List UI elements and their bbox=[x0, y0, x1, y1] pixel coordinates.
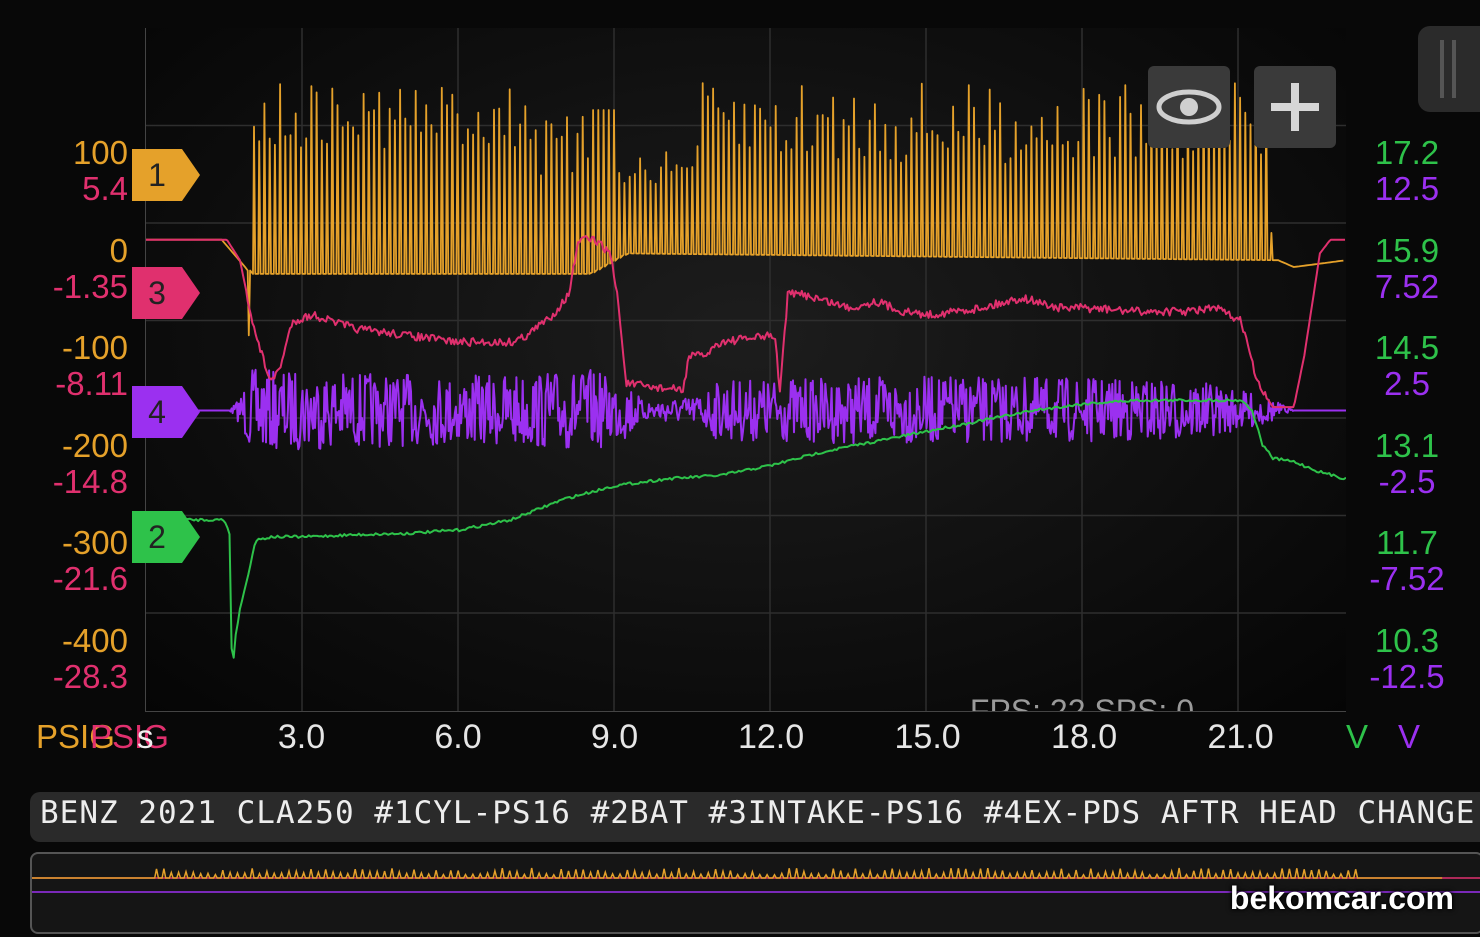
capture-title: BENZ 2021 CLA250 #1CYL-PS16 #2BAT #3INTA… bbox=[40, 795, 1476, 831]
ch4-axis-tick: -7.52 bbox=[1369, 560, 1445, 597]
ch3-axis-tick: -8.11 bbox=[55, 365, 128, 402]
scope-screen: FPS: 22 SPS: 0 100 5.4 0 -1.35 -100 -8.11 -200… bbox=[0, 0, 1480, 937]
ch4-axis-tick: 7.52 bbox=[1374, 268, 1440, 305]
channel-1-marker[interactable]: 1 bbox=[132, 149, 202, 201]
channel-4-trace bbox=[146, 368, 1346, 451]
channel-marker-label: 1 bbox=[148, 157, 166, 193]
ch4-axis-tick: -12.5 bbox=[1369, 658, 1445, 695]
ch1-axis-tick: 100 bbox=[72, 134, 128, 171]
channel-marker-label: 4 bbox=[148, 394, 166, 430]
plot-frame: FPS: 22 SPS: 0 100 5.4 0 -1.35 -100 -8.11 -200… bbox=[0, 0, 1480, 760]
x-axis-tick: 3.0 bbox=[277, 718, 326, 756]
ch3-axis-tick: -14.8 bbox=[52, 463, 128, 500]
ch4-unit-label: V bbox=[1398, 718, 1421, 755]
ch4-axis-tick: 2.5 bbox=[1384, 365, 1430, 402]
ch2-axis-tick: 14.5 bbox=[1374, 329, 1440, 366]
channel-3-marker[interactable]: 3 bbox=[132, 267, 202, 319]
channel-2-marker[interactable]: 2 bbox=[132, 511, 202, 563]
ch1-axis-tick: -400 bbox=[61, 622, 128, 659]
capture-title-bar: BENZ 2021 CLA250 #1CYL-PS16 #2BAT #3INTA… bbox=[30, 792, 1480, 842]
ch2-axis-tick: 15.9 bbox=[1374, 232, 1440, 269]
ch3-axis-tick: -28.3 bbox=[52, 658, 128, 695]
add-channel-button[interactable] bbox=[1254, 66, 1336, 148]
plus-icon bbox=[1271, 83, 1319, 131]
channel-4-marker[interactable]: 4 bbox=[132, 386, 202, 438]
ch4-axis-tick: -2.5 bbox=[1378, 463, 1436, 500]
x-axis-tick: 9.0 bbox=[590, 718, 639, 756]
x-unit-label: s bbox=[137, 718, 154, 755]
x-axis-tick: 15.0 bbox=[894, 718, 961, 756]
ch3-axis-tick: 5.4 bbox=[82, 170, 128, 207]
channel-2-trace bbox=[146, 398, 1346, 659]
watermark: bekomcar.com bbox=[1229, 880, 1454, 916]
x-axis-tick: 6.0 bbox=[434, 718, 482, 756]
ch2-axis-tick: 10.3 bbox=[1374, 622, 1440, 659]
ch1-axis-tick: -100 bbox=[61, 329, 128, 366]
x-axis-tick: 21.0 bbox=[1207, 718, 1274, 756]
channel-marker-label: 2 bbox=[148, 519, 166, 555]
overview-ch1-trace bbox=[32, 867, 1443, 879]
x-axis-tick: 12.0 bbox=[737, 718, 805, 756]
ch2-axis-tick: 17.2 bbox=[1374, 134, 1440, 171]
x-axis-tick: 18.0 bbox=[1051, 718, 1118, 756]
ch4-axis-tick: 12.5 bbox=[1374, 170, 1440, 207]
waveform-plot[interactable]: FPS: 22 SPS: 0 bbox=[145, 28, 1346, 712]
ch3-unit-label: PSIG bbox=[90, 718, 169, 755]
visibility-button[interactable] bbox=[1148, 66, 1230, 148]
ch1-axis-tick: -300 bbox=[61, 524, 128, 561]
ch2-unit-label: V bbox=[1346, 718, 1369, 755]
ch3-axis-tick: -21.6 bbox=[52, 560, 128, 597]
ch1-axis-tick: -200 bbox=[61, 427, 128, 464]
ch2-axis-tick: 13.1 bbox=[1374, 427, 1440, 464]
ch1-axis-tick: 0 bbox=[109, 232, 128, 269]
fps-readout: FPS: 22 SPS: 0 bbox=[969, 693, 1194, 712]
ch2-axis-tick: 11.7 bbox=[1376, 524, 1438, 561]
eye-icon bbox=[1156, 89, 1222, 125]
channel-marker-label: 3 bbox=[148, 275, 166, 311]
ch3-axis-tick: -1.35 bbox=[52, 268, 128, 305]
side-panel-handle[interactable] bbox=[1418, 26, 1480, 112]
